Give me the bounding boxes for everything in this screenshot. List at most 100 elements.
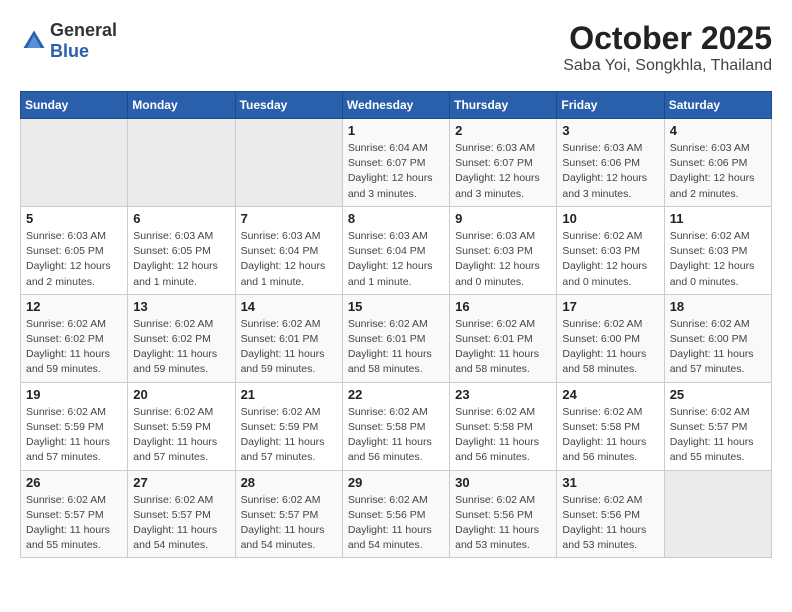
day-info: Sunrise: 6:02 AMSunset: 5:59 PMDaylight:… — [133, 405, 229, 466]
calendar-day-cell: 23 Sunrise: 6:02 AMSunset: 5:58 PMDayligh… — [450, 382, 557, 470]
day-number: 22 — [348, 387, 444, 402]
calendar-day-cell — [128, 119, 235, 207]
day-info: Sunrise: 6:02 AMSunset: 5:58 PMDaylight:… — [348, 405, 444, 466]
day-info: Sunrise: 6:02 AMSunset: 5:57 PMDaylight:… — [133, 493, 229, 554]
calendar-week-row: 12Sunrise: 6:02 AMSunset: 6:02 PMDayligh… — [21, 294, 772, 382]
day-number: 1 — [348, 123, 444, 138]
calendar-day-cell — [235, 119, 342, 207]
day-info: Sunrise: 6:02 AMSunset: 5:58 PMDaylight:… — [455, 405, 551, 466]
weekday-header: Wednesday — [342, 92, 449, 119]
day-number: 25 — [670, 387, 766, 402]
calendar-week-row: 1 Sunrise: 6:04 AMSunset: 6:07 PMDaylight… — [21, 119, 772, 207]
calendar-day-cell: 10 Sunrise: 6:02 AMSunset: 6:03 PMDayligh… — [557, 206, 664, 294]
day-info: Sunrise: 6:02 AMSunset: 6:02 PMDaylight:… — [133, 317, 229, 378]
weekday-header: Tuesday — [235, 92, 342, 119]
day-number: 26 — [26, 475, 122, 490]
calendar-day-cell: 28 Sunrise: 6:02 AMSunset: 5:57 PMDayligh… — [235, 470, 342, 558]
day-info: Sunrise: 6:02 AMSunset: 5:56 PMDaylight:… — [562, 493, 658, 554]
calendar-day-cell: 21 Sunrise: 6:02 AMSunset: 5:59 PMDayligh… — [235, 382, 342, 470]
day-number: 28 — [241, 475, 337, 490]
calendar-day-cell: 18 Sunrise: 6:02 AMSunset: 6:00 PMDayligh… — [664, 294, 771, 382]
calendar-day-cell: 16Sunrise: 6:02 AMSunset: 6:01 PMDayligh… — [450, 294, 557, 382]
day-number: 9 — [455, 211, 551, 226]
day-info: Sunrise: 6:02 AMSunset: 5:57 PMDaylight:… — [670, 405, 766, 466]
calendar-day-cell: 12Sunrise: 6:02 AMSunset: 6:02 PMDayligh… — [21, 294, 128, 382]
day-number: 19 — [26, 387, 122, 402]
logo-blue: Blue — [50, 41, 89, 61]
day-info: Sunrise: 6:02 AMSunset: 6:02 PMDaylight:… — [26, 317, 122, 378]
day-info: Sunrise: 6:02 AMSunset: 5:57 PMDaylight:… — [26, 493, 122, 554]
day-info: Sunrise: 6:02 AMSunset: 6:00 PMDaylight:… — [562, 317, 658, 378]
day-number: 15 — [348, 299, 444, 314]
day-info: Sunrise: 6:03 AMSunset: 6:07 PMDaylight:… — [455, 141, 551, 202]
calendar-day-cell: 29Sunrise: 6:02 AMSunset: 5:56 PMDayligh… — [342, 470, 449, 558]
day-number: 23 — [455, 387, 551, 402]
calendar-day-cell: 22 Sunrise: 6:02 AMSunset: 5:58 PMDayligh… — [342, 382, 449, 470]
day-info: Sunrise: 6:03 AMSunset: 6:04 PMDaylight:… — [348, 229, 444, 290]
calendar-day-cell: 4 Sunrise: 6:03 AMSunset: 6:06 PMDaylight… — [664, 119, 771, 207]
calendar-day-cell: 17 Sunrise: 6:02 AMSunset: 6:00 PMDayligh… — [557, 294, 664, 382]
calendar-day-cell: 13 Sunrise: 6:02 AMSunset: 6:02 PMDayligh… — [128, 294, 235, 382]
calendar-day-cell: 24 Sunrise: 6:02 AMSunset: 5:58 PMDayligh… — [557, 382, 664, 470]
calendar-day-cell: 5Sunrise: 6:03 AMSunset: 6:05 PMDaylight… — [21, 206, 128, 294]
day-number: 18 — [670, 299, 766, 314]
day-number: 29 — [348, 475, 444, 490]
day-number: 2 — [455, 123, 551, 138]
calendar-day-cell: 30 Sunrise: 6:02 AMSunset: 5:56 PMDayligh… — [450, 470, 557, 558]
calendar-day-cell: 14 Sunrise: 6:02 AMSunset: 6:01 PMDayligh… — [235, 294, 342, 382]
day-info: Sunrise: 6:03 AMSunset: 6:06 PMDaylight:… — [562, 141, 658, 202]
page-title: October 2025 — [563, 20, 772, 57]
day-info: Sunrise: 6:02 AMSunset: 5:59 PMDaylight:… — [26, 405, 122, 466]
calendar-day-cell: 26 Sunrise: 6:02 AMSunset: 5:57 PMDayligh… — [21, 470, 128, 558]
calendar-day-cell — [664, 470, 771, 558]
day-info: Sunrise: 6:02 AMSunset: 6:03 PMDaylight:… — [670, 229, 766, 290]
day-info: Sunrise: 6:03 AMSunset: 6:06 PMDaylight:… — [670, 141, 766, 202]
day-info: Sunrise: 6:02 AMSunset: 6:00 PMDaylight:… — [670, 317, 766, 378]
logo-icon — [20, 27, 48, 55]
day-number: 30 — [455, 475, 551, 490]
weekday-header: Thursday — [450, 92, 557, 119]
day-number: 27 — [133, 475, 229, 490]
calendar-table: SundayMondayTuesdayWednesdayThursdayFrid… — [20, 91, 772, 558]
day-info: Sunrise: 6:02 AMSunset: 5:58 PMDaylight:… — [562, 405, 658, 466]
calendar-day-cell: 3 Sunrise: 6:03 AMSunset: 6:06 PMDaylight… — [557, 119, 664, 207]
day-number: 20 — [133, 387, 229, 402]
day-number: 3 — [562, 123, 658, 138]
day-number: 4 — [670, 123, 766, 138]
calendar-day-cell: 1 Sunrise: 6:04 AMSunset: 6:07 PMDaylight… — [342, 119, 449, 207]
calendar-day-cell: 27 Sunrise: 6:02 AMSunset: 5:57 PMDayligh… — [128, 470, 235, 558]
page-header: General Blue October 2025 Saba Yoi, Song… — [20, 20, 772, 75]
calendar-day-cell: 6 Sunrise: 6:03 AMSunset: 6:05 PMDaylight… — [128, 206, 235, 294]
day-number: 10 — [562, 211, 658, 226]
day-info: Sunrise: 6:03 AMSunset: 6:05 PMDaylight:… — [133, 229, 229, 290]
day-info: Sunrise: 6:02 AMSunset: 5:56 PMDaylight:… — [455, 493, 551, 554]
day-number: 6 — [133, 211, 229, 226]
calendar-week-row: 19 Sunrise: 6:02 AMSunset: 5:59 PMDayligh… — [21, 382, 772, 470]
day-info: Sunrise: 6:02 AMSunset: 6:01 PMDaylight:… — [455, 317, 551, 378]
day-info: Sunrise: 6:02 AMSunset: 5:59 PMDaylight:… — [241, 405, 337, 466]
calendar-day-cell: 31 Sunrise: 6:02 AMSunset: 5:56 PMDayligh… — [557, 470, 664, 558]
day-number: 5 — [26, 211, 122, 226]
day-number: 13 — [133, 299, 229, 314]
day-info: Sunrise: 6:02 AMSunset: 6:01 PMDaylight:… — [241, 317, 337, 378]
weekday-header: Sunday — [21, 92, 128, 119]
day-info: Sunrise: 6:02 AMSunset: 6:01 PMDaylight:… — [348, 317, 444, 378]
day-number: 24 — [562, 387, 658, 402]
page-subtitle: Saba Yoi, Songkhla, Thailand — [563, 57, 772, 75]
logo: General Blue — [20, 20, 117, 62]
day-number: 21 — [241, 387, 337, 402]
day-info: Sunrise: 6:02 AMSunset: 5:57 PMDaylight:… — [241, 493, 337, 554]
calendar-day-cell: 7Sunrise: 6:03 AMSunset: 6:04 PMDaylight… — [235, 206, 342, 294]
calendar-day-cell: 11Sunrise: 6:02 AMSunset: 6:03 PMDayligh… — [664, 206, 771, 294]
calendar-week-row: 26 Sunrise: 6:02 AMSunset: 5:57 PMDayligh… — [21, 470, 772, 558]
day-info: Sunrise: 6:02 AMSunset: 6:03 PMDaylight:… — [562, 229, 658, 290]
calendar-header-row: SundayMondayTuesdayWednesdayThursdayFrid… — [21, 92, 772, 119]
day-info: Sunrise: 6:04 AMSunset: 6:07 PMDaylight:… — [348, 141, 444, 202]
day-number: 31 — [562, 475, 658, 490]
day-number: 14 — [241, 299, 337, 314]
day-info: Sunrise: 6:03 AMSunset: 6:04 PMDaylight:… — [241, 229, 337, 290]
logo-general: General — [50, 20, 117, 40]
day-number: 17 — [562, 299, 658, 314]
calendar-week-row: 5 Sunrise: 6:03 AMSunset: 6:05 PMDaylight… — [21, 206, 772, 294]
day-number: 8 — [348, 211, 444, 226]
